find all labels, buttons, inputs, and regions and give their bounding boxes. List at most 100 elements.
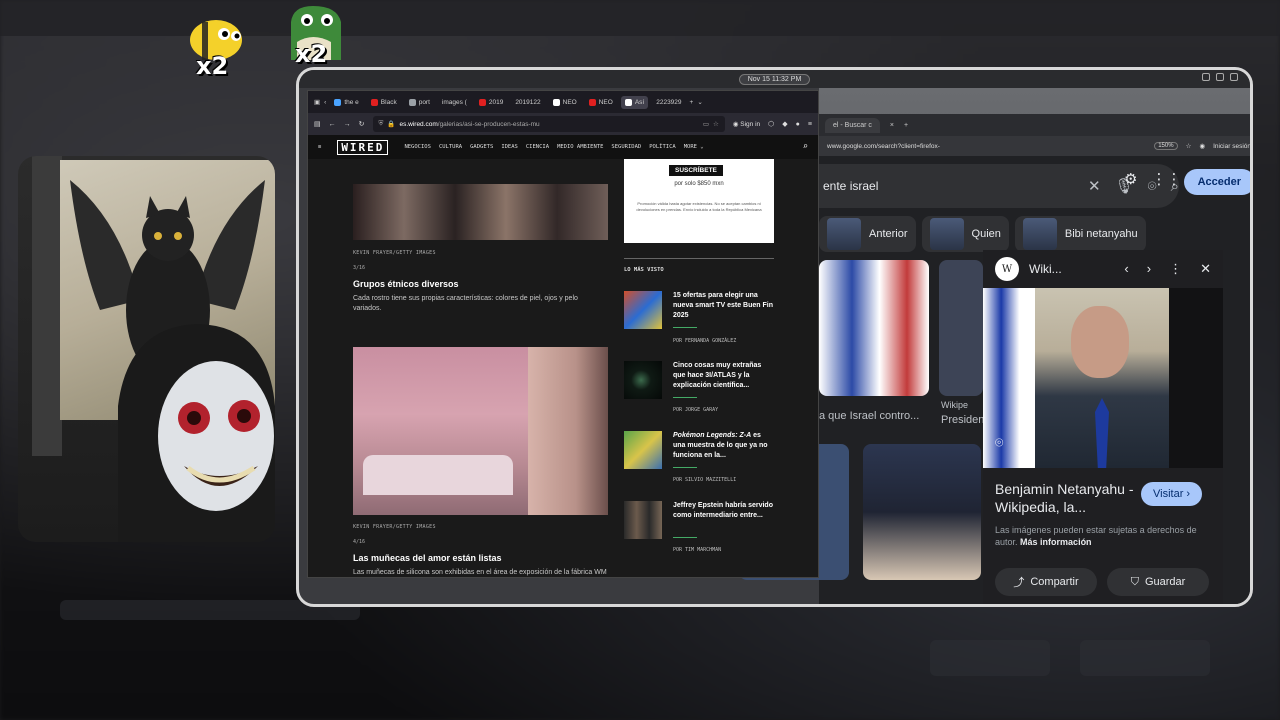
browser-tab[interactable]: the e xyxy=(330,96,362,109)
chrome-tab[interactable]: el - Buscar c xyxy=(825,117,880,133)
image-result[interactable] xyxy=(939,260,983,396)
hamburger-icon[interactable]: ≡ xyxy=(318,144,321,150)
wired-logo[interactable]: WIRED xyxy=(337,139,389,155)
browser-tab-active[interactable]: Así xyxy=(620,95,649,109)
most-viewed-item[interactable]: Jeffrey Epstein habría servido como inte… xyxy=(624,501,774,561)
most-viewed-item[interactable]: Cinco cosas muy extrañas que hace 3I/ATL… xyxy=(624,361,774,421)
new-tab-icon[interactable]: + xyxy=(690,99,694,106)
sign-in-label: Sign in xyxy=(740,121,761,128)
tab-label: NEO xyxy=(598,98,613,106)
lock-icon[interactable]: 🔒 xyxy=(387,120,395,128)
new-tab-icon[interactable]: + xyxy=(904,122,908,129)
nav-medio-ambiente[interactable]: MEDIO AMBIENTE xyxy=(557,144,603,150)
image-result[interactable] xyxy=(863,444,981,580)
article-title[interactable]: 15 ofertas para elegir una nueva smart T… xyxy=(673,291,774,320)
chip-quien[interactable]: Quien xyxy=(921,216,1009,252)
tabs-back-icon[interactable]: ‹ xyxy=(324,99,326,106)
browser-tab[interactable]: images ( xyxy=(438,96,471,109)
ad-price: por solo $850 mxn xyxy=(674,181,724,187)
extension-icon[interactable]: ◆ xyxy=(782,120,787,128)
browser-tab[interactable]: NEO xyxy=(585,96,617,109)
window-icon[interactable] xyxy=(1202,73,1210,81)
tab-list-icon[interactable]: ▣ xyxy=(314,98,320,106)
favicon xyxy=(478,98,486,106)
window-icon[interactable] xyxy=(1216,73,1224,81)
extension-icon[interactable]: ● xyxy=(796,121,800,128)
clear-icon[interactable]: ✕ xyxy=(1088,177,1101,195)
reload-icon[interactable]: ↻ xyxy=(359,120,365,128)
nav-negocios[interactable]: NEGOCIOS xyxy=(404,144,431,150)
search-query[interactable]: ente israel xyxy=(823,179,1074,193)
url-field[interactable]: ⛨ 🔒 es.wired.com/galerias/asi-se-produce… xyxy=(372,116,725,132)
chevron-down-icon[interactable]: ⌄ xyxy=(697,98,702,106)
sign-in-link[interactable]: Iniciar sesión xyxy=(1213,143,1250,150)
nav-ideas[interactable]: IDEAS xyxy=(501,144,518,150)
reader-icon[interactable]: ▭ xyxy=(703,120,709,128)
extension-icon[interactable]: ⬡ xyxy=(768,120,774,128)
menu-icon[interactable]: ≡ xyxy=(808,121,812,128)
nav-cultura[interactable]: CULTURA xyxy=(439,144,462,150)
back-icon[interactable]: ← xyxy=(329,121,336,128)
more-info-link[interactable]: Más información xyxy=(1020,537,1092,547)
nav-seguridad[interactable]: SEGURIDAD xyxy=(611,144,641,150)
panel-image[interactable]: ⌾ xyxy=(983,288,1223,468)
chip-bibi[interactable]: Bibi netanyahu xyxy=(1014,216,1146,252)
gallery-image[interactable] xyxy=(353,184,608,240)
browser-tab[interactable]: Black xyxy=(367,96,401,109)
nav-more[interactable]: MORE ⌄ xyxy=(684,144,704,150)
masked-streamer xyxy=(118,324,275,542)
browser-tab[interactable]: 2019 xyxy=(475,96,507,109)
shield-icon[interactable]: ⛨ xyxy=(379,120,384,128)
browser-tab[interactable]: NEO xyxy=(549,96,581,109)
save-button[interactable]: ⛉ Guardar xyxy=(1107,568,1209,596)
search-icon[interactable]: ⌕ xyxy=(803,142,808,152)
system-clock[interactable]: Nov 15 11:32 PM xyxy=(738,73,811,85)
visit-button[interactable]: Visitar › xyxy=(1141,482,1203,506)
profile-icon[interactable]: ◉ xyxy=(1199,142,1205,150)
chevron-right-icon[interactable]: › xyxy=(1147,261,1151,277)
tab-label: images ( xyxy=(441,98,467,106)
chevron-left-icon[interactable]: ‹ xyxy=(1124,261,1128,277)
sign-in-button[interactable]: Acceder xyxy=(1183,169,1250,195)
chip-anterior[interactable]: Anterior xyxy=(819,216,916,252)
close-icon[interactable]: × xyxy=(890,122,894,129)
panel-source[interactable]: Wiki... xyxy=(1029,262,1062,276)
forward-icon[interactable]: → xyxy=(344,121,351,128)
subscribe-button[interactable]: SUSCRÍBETE xyxy=(669,165,723,176)
url-field[interactable]: www.google.com/search?client=firefox- xyxy=(827,143,1146,150)
sidebar-icon[interactable]: ▤ xyxy=(314,120,321,128)
browser-tab[interactable]: port xyxy=(405,96,434,109)
gallery-image[interactable] xyxy=(353,347,608,515)
divider xyxy=(673,327,697,328)
window-icon[interactable] xyxy=(1230,73,1238,81)
close-icon[interactable]: ✕ xyxy=(1200,261,1211,277)
image-source[interactable]: Wikipe xyxy=(941,400,968,410)
more-vert-icon[interactable]: ⋮ xyxy=(1169,261,1182,277)
browser-tab[interactable]: 2019122 xyxy=(511,96,544,109)
most-viewed-item[interactable]: Pokémon Legends: Z-A es una muestra de l… xyxy=(624,431,774,491)
image-result[interactable] xyxy=(819,260,929,396)
share-button[interactable]: ⤴ Compartir xyxy=(995,568,1097,596)
lens-icon[interactable]: ⌾ xyxy=(995,434,1003,451)
nav-politica[interactable]: POLÍTICA xyxy=(649,144,676,150)
article-title[interactable]: Cinco cosas muy extrañas que hace 3I/ATL… xyxy=(673,361,774,390)
zoom-badge[interactable]: 150% xyxy=(1154,142,1178,150)
browser-tab[interactable]: 2223929 xyxy=(652,96,685,109)
portrait-face xyxy=(1071,306,1129,378)
article-title[interactable]: Pokémon Legends: Z-A es una muestra de l… xyxy=(673,431,774,460)
ad-promo: Promoción válida hasta agotar existencia… xyxy=(636,201,762,212)
image-caption[interactable]: Presiden xyxy=(941,414,984,426)
image-side-panel: W Wiki... ‹ › ⋮ ✕ ⌾ Benjamin Netanyahu -… xyxy=(983,250,1223,604)
star-icon[interactable]: ☆ xyxy=(1186,142,1192,150)
sign-in-button[interactable]: ◉ Sign in xyxy=(733,120,760,128)
most-viewed-item[interactable]: 15 ofertas para elegir una nueva smart T… xyxy=(624,291,774,351)
image-caption[interactable]: a que Israel contro... xyxy=(819,410,919,422)
gear-icon[interactable]: ⚙ xyxy=(1124,170,1137,188)
door-frame xyxy=(32,156,62,456)
nav-ciencia[interactable]: CIENCIA xyxy=(526,144,549,150)
subscription-ad[interactable]: SUSCRÍBETE por solo $850 mxn Promoción v… xyxy=(624,159,774,243)
article-title[interactable]: Jeffrey Epstein habría servido como inte… xyxy=(673,501,774,521)
star-icon[interactable]: ☆ xyxy=(713,120,719,128)
nav-gadgets[interactable]: GADGETS xyxy=(470,144,493,150)
panel-title[interactable]: Benjamin Netanyahu - Wikipedia, la... xyxy=(995,480,1135,516)
